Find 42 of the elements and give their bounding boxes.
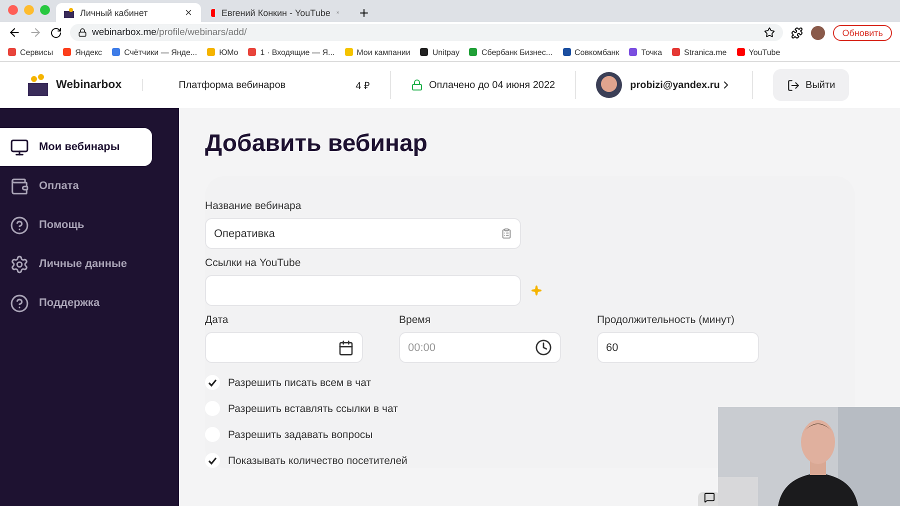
bookmark[interactable]: Мои кампании: [344, 48, 410, 56]
address-field[interactable]: webinarbox.me/profile/webinars/add/: [70, 24, 784, 41]
bookmark[interactable]: Точка: [629, 48, 662, 56]
url-text: webinarbox.me/profile/webinars/add/: [92, 27, 247, 38]
brand-name: Webinarbox: [56, 79, 143, 91]
sidebar-item[interactable]: Мои вебинары: [0, 128, 152, 166]
field-label: Продолжительность (минут): [597, 314, 736, 326]
bookmark[interactable]: Совкомбанк: [562, 48, 620, 56]
logout-button[interactable]: Выйти: [772, 69, 849, 101]
checkbox-label: Разрешить задавать вопросы: [228, 428, 373, 440]
user-email[interactable]: probizi@yandex.ru: [630, 80, 720, 90]
balance: 4 ₽: [356, 80, 370, 92]
bookmark[interactable]: Сервисы: [8, 48, 54, 56]
input-field[interactable]: 60: [597, 332, 759, 363]
input-field[interactable]: Оперативка: [205, 218, 521, 249]
sidebar-item[interactable]: Личные данные: [0, 245, 152, 283]
bookmark[interactable]: Сбербанк Бизнес...: [469, 48, 553, 56]
sidebar-item[interactable]: Оплата: [0, 167, 152, 205]
browser-tab[interactable]: Евгений Конкин - YouTube: [203, 3, 348, 22]
sidebar-item[interactable]: Помощь: [0, 206, 152, 244]
checkbox-label: Разрешить писать всем в чат: [228, 376, 372, 388]
update-button[interactable]: Обновить: [833, 24, 892, 40]
tab-title: Евгений Конкин - YouTube: [221, 8, 330, 18]
field-label: Время: [399, 314, 432, 326]
tab-title: Личный кабинет: [80, 8, 149, 18]
checkbox-label: Показывать количество посетителей: [228, 454, 408, 466]
bookmark[interactable]: ЮMo: [207, 48, 238, 56]
sidebar-item[interactable]: Поддержка: [0, 284, 152, 322]
field-label: Название вебинара: [205, 200, 302, 212]
bookmark[interactable]: Unitpay: [420, 48, 460, 56]
page-title: Добавить вебинар: [205, 130, 428, 158]
bookmark[interactable]: 1 · Входящие — Я...: [248, 48, 335, 56]
tagline: Платформа вебинаров: [178, 80, 286, 90]
paid-until: Оплачено до 04 июня 2022: [428, 80, 556, 90]
bookmark[interactable]: Счётчики — Янде...: [112, 48, 198, 56]
bookmark[interactable]: Stranica.me: [672, 48, 727, 56]
bookmark[interactable]: Яндекс: [63, 48, 102, 56]
checkbox-label: Разрешить вставлять ссылки в чат: [228, 402, 398, 414]
browser-tab[interactable]: Личный кабинет: [56, 3, 201, 22]
field-label: Дата: [205, 314, 230, 326]
field-label: Ссылки на YouTube: [205, 257, 302, 269]
bookmark[interactable]: YouTube: [736, 48, 780, 56]
